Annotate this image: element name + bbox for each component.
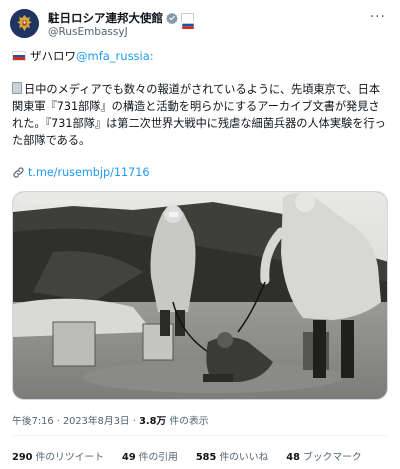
historical-photo	[13, 192, 387, 399]
views-count: 3.8万	[139, 416, 167, 427]
meta-separator-2: ·	[129, 416, 140, 427]
tweet-header: 駐日ロシア連邦大使館 @RusEmbassyJ ···	[10, 9, 390, 39]
meta-separator: ·	[53, 416, 63, 427]
avatar[interactable]	[10, 9, 39, 38]
bookmarks-label: ブックマーク	[302, 452, 362, 463]
quotes-stat[interactable]: 49 件の引用	[122, 449, 178, 463]
russia-flag-badge-icon	[181, 13, 194, 29]
tweet-date[interactable]: 2023年8月3日	[63, 416, 130, 427]
document-icon	[12, 82, 22, 94]
engagement-stats: 290 件のリツイート 49 件の引用 585 件のいいね 48 ブックマーク	[12, 449, 380, 463]
tweet-body-text: 日中のメディアでも数々の報道がされているように、先頃東京で、日本関東軍『731部…	[12, 83, 386, 147]
tweet-body: 日中のメディアでも数々の報道がされているように、先頃東京で、日本関東軍『731部…	[12, 81, 390, 149]
tweet-photo[interactable]: © Xinhua via Getty Images	[12, 191, 388, 400]
likes-label: 件のいいね	[219, 452, 269, 463]
likes-count: 585	[195, 452, 217, 463]
photo-credit: © Xinhua via Getty Images	[21, 199, 99, 206]
tweet-time[interactable]: 午後7:16	[12, 416, 54, 427]
mention-link[interactable]: @mfa_russia:	[76, 49, 154, 63]
verified-badge-icon[interactable]	[166, 12, 178, 24]
retweets-stat[interactable]: 290 件のリツイート	[12, 449, 104, 463]
handle[interactable]: @RusEmbassyJ	[48, 26, 128, 38]
display-name[interactable]: 駐日ロシア連邦大使館	[48, 10, 163, 26]
retweets-count: 290	[12, 452, 33, 463]
likes-stat[interactable]: 585 件のいいね	[196, 449, 268, 463]
quotes-label: 件の引用	[138, 452, 178, 463]
more-options-icon[interactable]: ···	[370, 9, 386, 25]
divider	[12, 435, 388, 436]
quotes-count: 49	[122, 452, 136, 463]
bookmarks-count: 48	[286, 452, 300, 463]
bookmarks-stat[interactable]: 48 ブックマーク	[286, 449, 361, 463]
link-text[interactable]: t.me/rusembjp/11716	[28, 166, 149, 179]
telegram-link[interactable]: t.me/rusembjp/11716	[12, 166, 149, 179]
link-icon	[13, 167, 24, 178]
greeting-line: ザハロワ @mfa_russia:	[12, 48, 154, 64]
views-label: 件の表示	[166, 416, 209, 427]
russia-flag-icon	[12, 51, 26, 61]
name-line: 駐日ロシア連邦大使館	[48, 10, 194, 29]
retweets-label: 件のリツイート	[35, 452, 105, 463]
greeting-text: ザハロワ	[30, 49, 76, 63]
tweet-meta: 午後7:16 · 2023年8月3日 · 3.8万 件の表示	[12, 413, 209, 427]
emblem-icon	[10, 9, 39, 38]
